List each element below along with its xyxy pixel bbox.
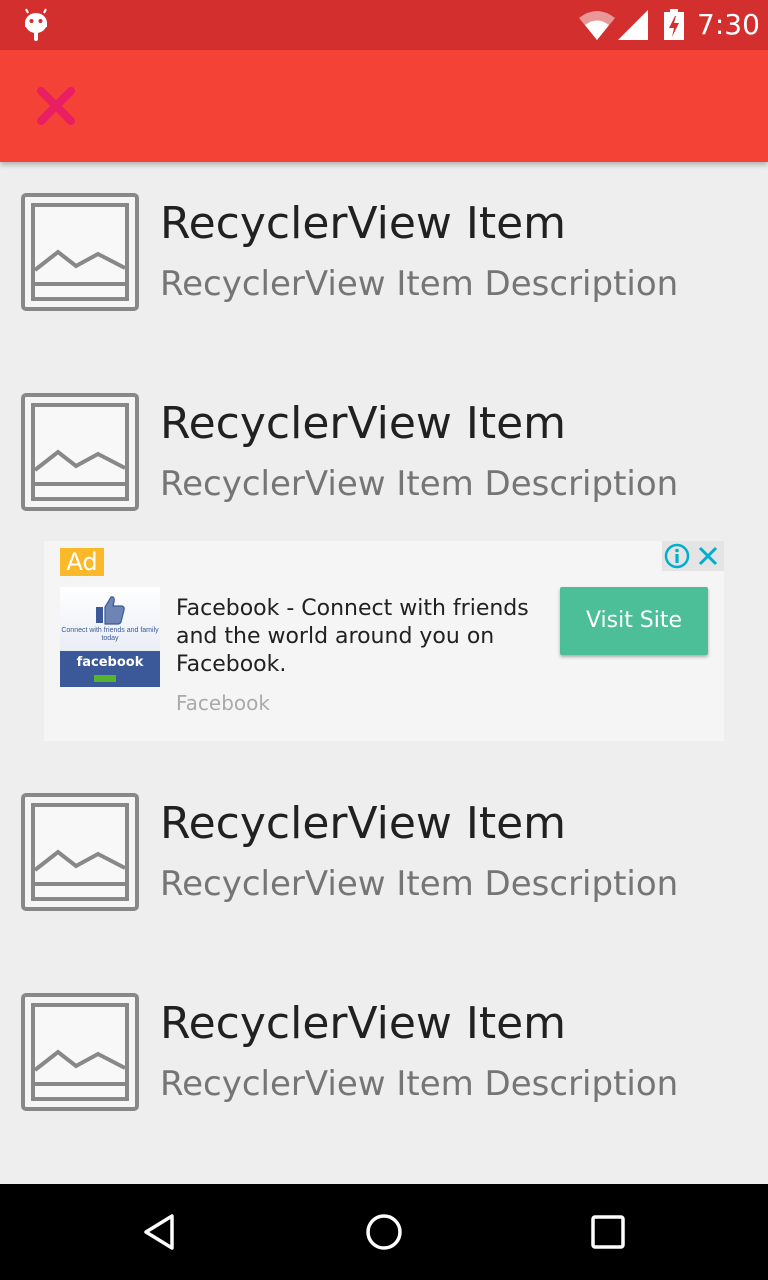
wifi-icon [579,10,615,45]
list-item[interactable]: RecyclerView Item RecyclerView Item Desc… [0,162,768,362]
native-ad[interactable]: Ad Connect with friends and family today [44,541,724,741]
image-placeholder-icon [20,392,140,512]
close-icon[interactable] [696,544,720,573]
navigation-bar [0,1184,768,1280]
recents-button[interactable] [584,1208,632,1256]
status-time: 7:30 [697,8,760,41]
item-description: RecyclerView Item Description [160,1064,679,1104]
status-bar: 7:30 [0,0,768,50]
item-description: RecyclerView Item Description [160,464,679,504]
back-button[interactable] [136,1208,184,1256]
android-icon [22,8,50,47]
item-title: RecyclerView Item [160,798,567,849]
item-description: RecyclerView Item Description [160,264,679,304]
list-item[interactable]: RecyclerView Item RecyclerView Item Desc… [0,362,768,562]
item-title: RecyclerView Item [160,998,567,1049]
signal-icon [618,10,648,45]
ad-choices[interactable] [662,541,724,571]
thumbs-up-icon [94,593,126,630]
image-placeholder-icon [20,192,140,312]
item-description: RecyclerView Item Description [160,864,679,904]
home-icon [366,1214,402,1250]
battery-charging-icon [663,9,685,46]
app-bar [0,50,768,162]
close-button[interactable] [22,72,90,140]
info-icon[interactable] [664,543,690,574]
ad-image-brand: facebook [76,655,144,670]
ad-badge: Ad [60,548,104,576]
image-placeholder-icon [20,992,140,1112]
recents-icon [591,1215,625,1249]
ad-image-tagline: Connect with friends and family today [61,627,159,642]
visit-site-button[interactable]: Visit Site [560,587,708,655]
item-title: RecyclerView Item [160,398,567,449]
ad-image[interactable]: Connect with friends and family today fa… [60,587,160,687]
ad-headline: Facebook - Connect with friends and the … [176,596,529,677]
ad-source: Facebook [176,691,270,715]
list-item[interactable]: RecyclerView Item RecyclerView Item Desc… [0,962,768,1162]
back-icon [144,1214,174,1250]
list-item[interactable]: RecyclerView Item RecyclerView Item Desc… [0,762,768,962]
close-icon [37,87,75,125]
home-button[interactable] [360,1208,408,1256]
image-placeholder-icon [20,792,140,912]
item-title: RecyclerView Item [160,198,567,249]
